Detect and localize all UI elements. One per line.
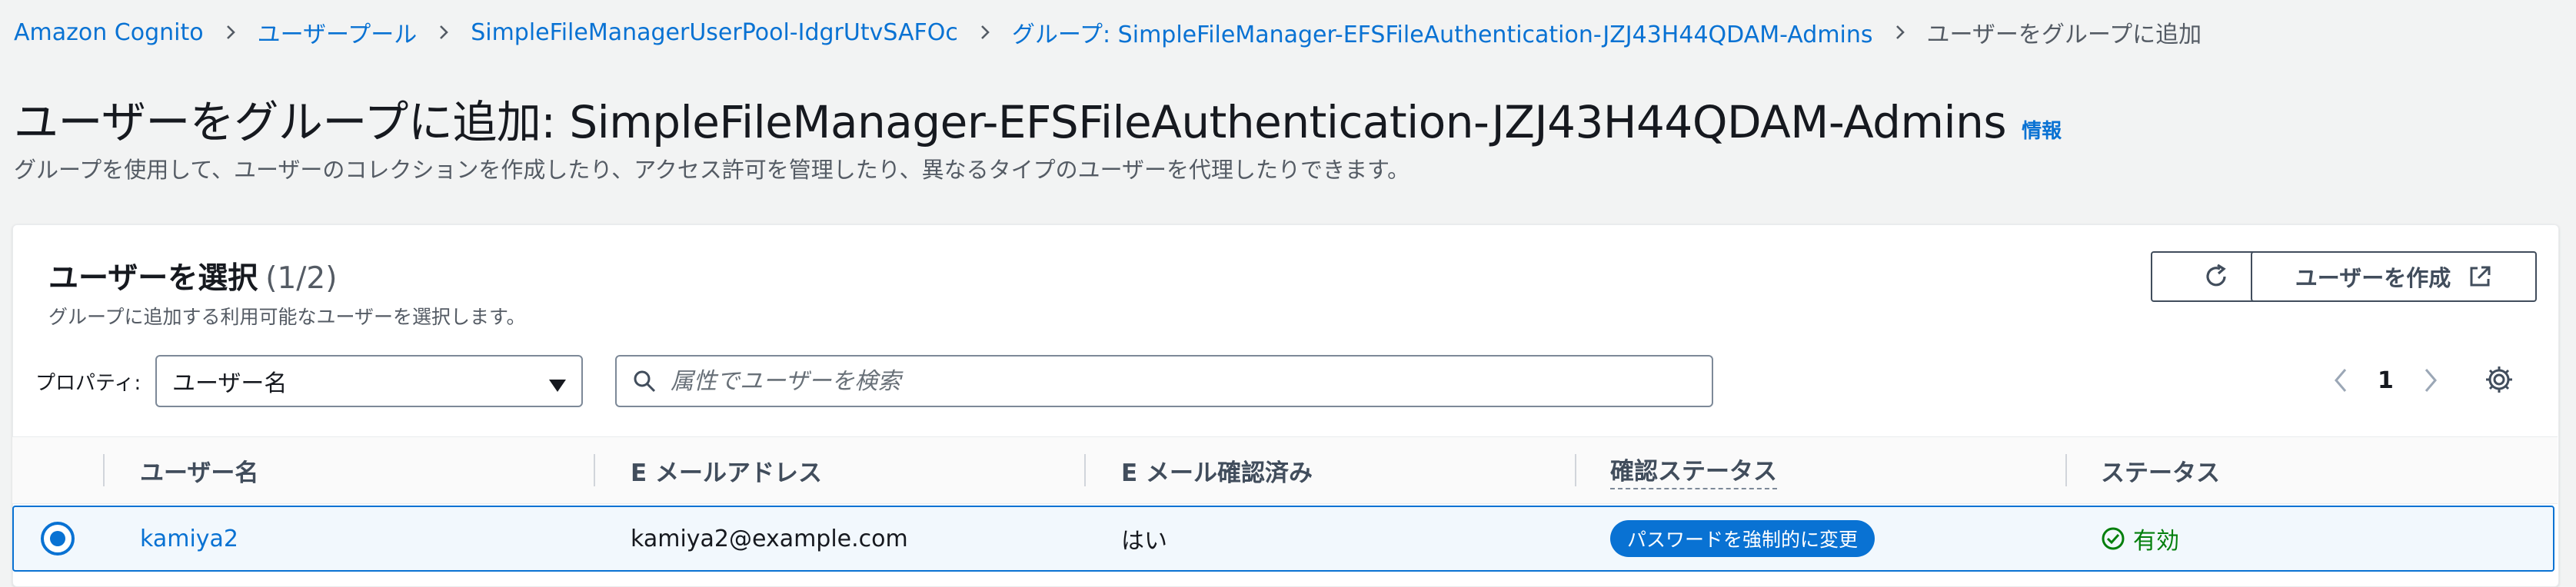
table-row[interactable]: kamiya2 kamiya2@example.com はい パスワードを強制的… <box>12 506 2554 572</box>
panel-title-text: ユーザーを選択 <box>48 261 258 296</box>
breadcrumb-item-current: ユーザーをグループに追加 <box>1926 22 2202 48</box>
table-header: ユーザー名 E メールアドレス E メール確認済み 確認ステータス ステータス <box>12 436 2558 504</box>
check-circle-icon <box>2101 526 2125 551</box>
email-verified-cell: はい <box>1121 528 1167 555</box>
chevron-right-icon <box>222 24 239 41</box>
property-select[interactable]: ユーザー名 <box>155 355 583 407</box>
status-cell: 有効 <box>2101 507 2179 570</box>
external-link-icon <box>2468 264 2492 289</box>
radio-selected-icon[interactable] <box>40 521 75 556</box>
column-divider[interactable] <box>1084 454 1086 486</box>
info-link[interactable]: 情報 <box>2022 115 2062 144</box>
status-text: 有効 <box>2133 528 2179 555</box>
breadcrumb-item-group[interactable]: グループ: SimpleFileManager-EFSFileAuthentic… <box>1012 15 1873 49</box>
chevron-right-icon <box>977 24 993 41</box>
panel-title: ユーザーを選択 (1/2) <box>48 254 337 297</box>
property-filter-label: プロパティ: <box>35 372 141 395</box>
column-divider[interactable] <box>2065 454 2067 486</box>
gear-icon[interactable] <box>2484 364 2514 395</box>
refresh-icon <box>2202 262 2231 291</box>
confirmation-status-cell: パスワードを強制的に変更 <box>1610 507 1875 570</box>
search-field[interactable] <box>615 355 1713 407</box>
property-select-value: ユーザー名 <box>172 370 288 397</box>
status-enabled: 有効 <box>2101 522 2179 555</box>
column-header-confirmation-status[interactable]: 確認ステータス <box>1610 437 1777 503</box>
column-header-status[interactable]: ステータス <box>2101 437 2220 503</box>
column-header-email[interactable]: E メールアドレス <box>631 437 822 503</box>
email-cell: kamiya2@example.com <box>631 525 908 552</box>
column-divider[interactable] <box>1575 454 1576 486</box>
pagination: 1 <box>2325 361 2446 400</box>
current-page[interactable]: 1 <box>2378 367 2394 394</box>
chevron-right-icon <box>435 24 452 41</box>
confirmation-status-header-label: 確認ステータス <box>1610 452 1777 489</box>
search-icon <box>632 369 657 393</box>
create-user-label: ユーザーを作成 <box>2295 265 2451 291</box>
chevron-right-icon[interactable] <box>2415 367 2446 393</box>
panel-description: グループに追加する利用可能なユーザーを選択します。 <box>48 306 526 328</box>
selection-count: (1/2) <box>265 261 338 296</box>
column-divider[interactable] <box>594 454 595 486</box>
search-input[interactable] <box>669 366 1672 396</box>
column-divider <box>103 454 105 486</box>
username-link[interactable]: kamiya2 <box>140 507 238 570</box>
breadcrumb-item-cognito[interactable]: Amazon Cognito <box>14 19 204 46</box>
breadcrumb-item-user-pools[interactable]: ユーザープール <box>258 15 418 49</box>
column-header-username[interactable]: ユーザー名 <box>140 437 258 503</box>
breadcrumb-item-user-pool[interactable]: SimpleFileManagerUserPool-IdgrUtvSAFOc <box>471 19 958 46</box>
caret-down-icon <box>547 373 567 400</box>
chevron-left-icon[interactable] <box>2325 367 2356 393</box>
page-description: グループを使用して、ユーザーのコレクションを作成したり、アクセス許可を管理したり… <box>14 157 1410 183</box>
chevron-right-icon <box>1892 24 1909 41</box>
breadcrumb: Amazon Cognito ユーザープール SimpleFileManager… <box>14 14 2202 51</box>
page-title: ユーザーをグループに追加: SimpleFileManager-EFSFileA… <box>14 96 2007 148</box>
page-header: ユーザーをグループに追加: SimpleFileManager-EFSFileA… <box>14 86 2062 148</box>
create-user-button[interactable]: ユーザーを作成 <box>2251 251 2537 302</box>
status-badge: パスワードを強制的に変更 <box>1610 520 1875 557</box>
column-header-email-verified[interactable]: E メール確認済み <box>1121 437 1313 503</box>
